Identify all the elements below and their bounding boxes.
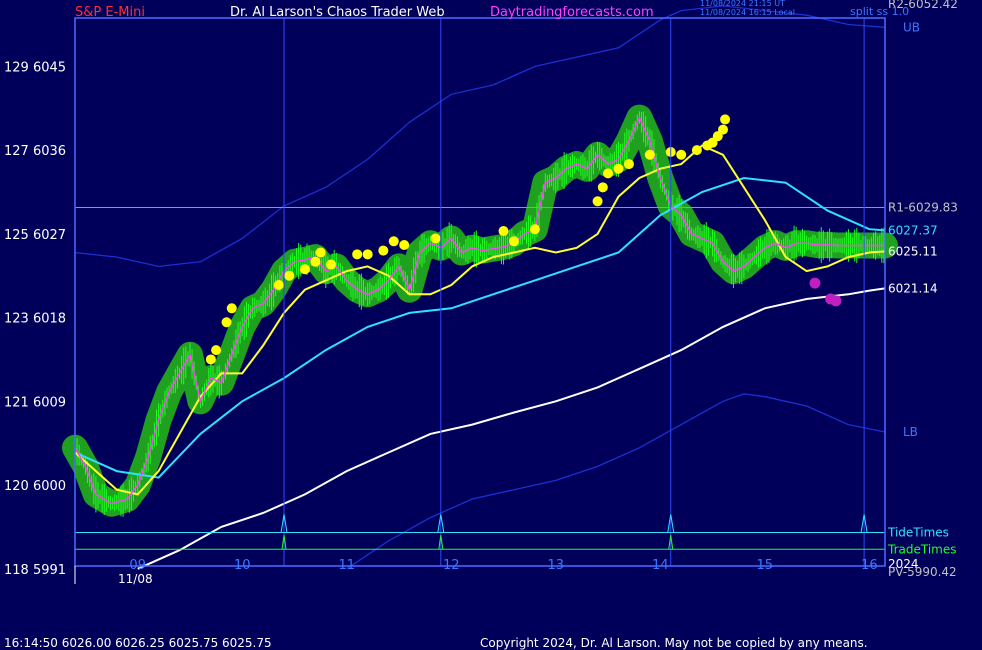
axes (74, 17, 886, 584)
time-utc: 11/08/2024 21:15 UT (700, 0, 785, 8)
yellow-signal-dot (221, 317, 232, 328)
yellow-signal-dot (273, 280, 284, 291)
y-tick-label: 129 6045 (4, 60, 66, 75)
date-label: 11/08 (118, 572, 153, 586)
yellow-signal-dot (597, 182, 608, 193)
right-label: 6027.37 (888, 223, 938, 237)
yellow-signal-dot (623, 159, 634, 170)
y-tick-label: 125 6027 (4, 228, 66, 243)
yellow-signal-dot (378, 245, 389, 256)
chart-canvas: 118 5991 120 6000 121 6009 123 6018 125 6027… (4, 0, 958, 586)
yellow-signal-dot (362, 249, 373, 260)
yellow-signal-dot (676, 149, 687, 160)
yellow-signal-dot (388, 236, 399, 247)
yellow-signal-dot (691, 145, 702, 156)
y-tick-label: 123 6018 (4, 312, 66, 327)
copyright: Copyright 2024, Dr. Al Larson. May not b… (480, 636, 868, 650)
site-link[interactable]: Daytradingforecasts.com (490, 5, 654, 20)
purple-signal-dot (809, 277, 821, 289)
x-tick-label: 15 (757, 558, 774, 573)
yellow-signal-dot (299, 264, 310, 275)
right-label: R1-6029.83 (888, 201, 958, 215)
mid-ma-line (74, 176, 886, 479)
price-zone-band (62, 104, 898, 517)
x-tick-label: 13 (548, 558, 565, 573)
upper-band-line (74, 5, 886, 268)
yellow-signal-dot (352, 249, 363, 260)
envelope-bands (74, 5, 886, 570)
lower-band-line (346, 393, 886, 570)
yellow-signal-dot (310, 256, 321, 267)
y-tick-label: 127 6036 (4, 144, 66, 159)
yellow-signal-dot (315, 247, 326, 258)
yellow-signal-dot (592, 196, 603, 207)
right-label: PV-5990.42 (888, 565, 957, 579)
purple-signal-dot (830, 295, 842, 307)
right-label: 6021.14 (888, 281, 938, 295)
yellow-signal-dot (603, 168, 614, 179)
fast-ma-line (74, 144, 886, 496)
yellow-signal-dot (430, 233, 441, 244)
yellow-signal-dot (529, 224, 540, 235)
y-tick-label: 120 6000 (4, 479, 66, 494)
price-line (74, 115, 885, 505)
y-tick-label: 118 5991 (4, 563, 66, 578)
last-quote: 16:14:50 6026.00 6026.25 6025.75 6025.75 (4, 636, 272, 650)
right-label: LB (903, 425, 918, 439)
plot-frame (74, 17, 886, 567)
green-zone (62, 104, 898, 517)
x-tick-label: 11 (338, 558, 355, 573)
yellow-signal-dot (720, 114, 731, 125)
yellow-signal-dot (326, 259, 337, 270)
time-lines (75, 18, 885, 566)
symbol-label: S&P E-Mini (75, 5, 145, 20)
yellow-signal-dot (508, 236, 519, 247)
x-tick-label: 10 (234, 558, 251, 573)
yellow-signal-dot (613, 163, 624, 174)
x-tick-label: 16 (861, 558, 878, 573)
right-label: TideTimes (887, 526, 949, 540)
x-tick-label: 09 (129, 558, 146, 573)
yellow-signal-dot (284, 270, 295, 281)
x-tick-label: 12 (443, 558, 460, 573)
chart-title: Dr. Al Larson's Chaos Trader Web (230, 5, 445, 20)
series-lines (74, 115, 886, 570)
yellow-signal-dot (205, 354, 216, 365)
split-label: split ss 1.0 (850, 5, 910, 18)
time-local: 11/08/2024 16:15 Local (700, 8, 795, 17)
yellow-signal-dot (644, 149, 655, 160)
x-tick-label: 14 (652, 558, 669, 573)
right-label: 6025.11 (888, 244, 938, 258)
yellow-signal-dot (226, 303, 237, 314)
y-tick-label: 121 6009 (4, 395, 66, 410)
price-bars (74, 111, 885, 517)
yellow-signal-dot (498, 226, 509, 237)
yellow-signal-dot (399, 240, 410, 251)
right-label: TradeTimes (887, 542, 956, 556)
yellow-signal-dot (211, 345, 222, 356)
yellow-signal-dot (718, 124, 728, 135)
right-label: UB (903, 20, 920, 34)
